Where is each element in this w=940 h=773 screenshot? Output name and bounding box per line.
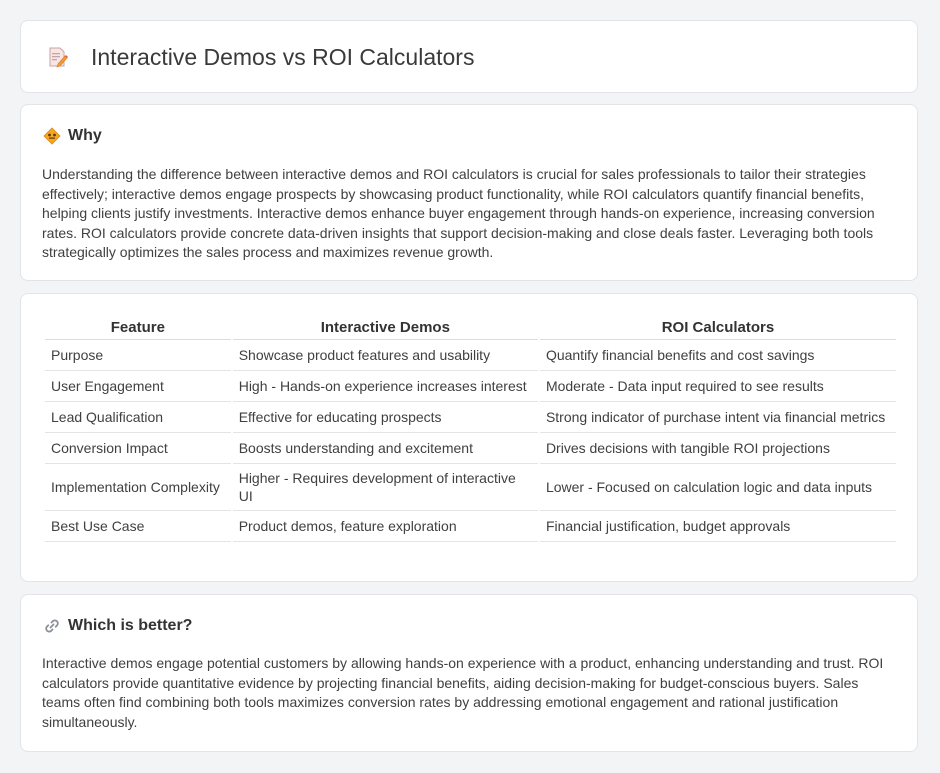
table-cell: Higher - Requires development of interac… — [232, 464, 538, 511]
table-row: Best Use Case Product demos, feature exp… — [45, 511, 896, 542]
table-row: Implementation Complexity Higher - Requi… — [45, 464, 896, 511]
why-card: Why Understanding the difference between… — [20, 104, 918, 281]
table-cell: Implementation Complexity — [45, 464, 231, 511]
better-text: Interactive demos engage potential custo… — [42, 655, 884, 730]
document-pencil-icon — [45, 45, 69, 69]
table-cell: Quantify financial benefits and cost sav… — [539, 340, 896, 371]
table-cell: Lead Qualification — [45, 402, 231, 433]
table-cell: Lower - Focused on calculation logic and… — [539, 464, 896, 511]
table-cell: High - Hands-on experience increases int… — [232, 371, 538, 402]
comparison-table-card: Feature Interactive Demos ROI Calculator… — [20, 293, 918, 582]
column-header-roi-calculators: ROI Calculators — [539, 315, 896, 340]
table-cell: Purpose — [45, 340, 231, 371]
comparison-table: Feature Interactive Demos ROI Calculator… — [43, 315, 898, 542]
link-icon — [43, 617, 61, 635]
column-header-interactive-demos: Interactive Demos — [232, 315, 538, 340]
table-cell: Moderate - Data input required to see re… — [539, 371, 896, 402]
table-row: User Engagement High - Hands-on experien… — [45, 371, 896, 402]
table-row: Conversion Impact Boosts understanding a… — [45, 433, 896, 464]
column-header-feature: Feature — [45, 315, 231, 340]
table-cell: Product demos, feature exploration — [232, 511, 538, 542]
table-cell: Financial justification, budget approval… — [539, 511, 896, 542]
page-title: Interactive Demos vs ROI Calculators — [91, 44, 475, 70]
why-heading: Why — [43, 127, 102, 145]
which-is-better-card: Which is better? Interactive demos engag… — [20, 594, 918, 752]
better-title: Which is better? — [68, 617, 193, 634]
table-cell: Effective for educating prospects — [232, 402, 538, 433]
why-title: Why — [68, 127, 102, 144]
table-cell: Best Use Case — [45, 511, 231, 542]
table-row: Lead Qualification Effective for educati… — [45, 402, 896, 433]
better-heading: Which is better? — [43, 617, 192, 635]
header-card: Interactive Demos vs ROI Calculators — [20, 20, 918, 93]
table-cell: Boosts understanding and excitement — [232, 433, 538, 464]
diamond-sign-icon — [43, 127, 61, 145]
table-cell: Drives decisions with tangible ROI proje… — [539, 433, 896, 464]
title-row: Interactive Demos vs ROI Calculators — [45, 43, 474, 71]
table-header-row: Feature Interactive Demos ROI Calculator… — [45, 315, 896, 340]
table-cell: User Engagement — [45, 371, 231, 402]
table-row: Purpose Showcase product features and us… — [45, 340, 896, 371]
table-cell: Conversion Impact — [45, 433, 231, 464]
table-cell: Showcase product features and usability — [232, 340, 538, 371]
table-cell: Strong indicator of purchase intent via … — [539, 402, 896, 433]
why-text: Understanding the difference between int… — [42, 166, 875, 260]
